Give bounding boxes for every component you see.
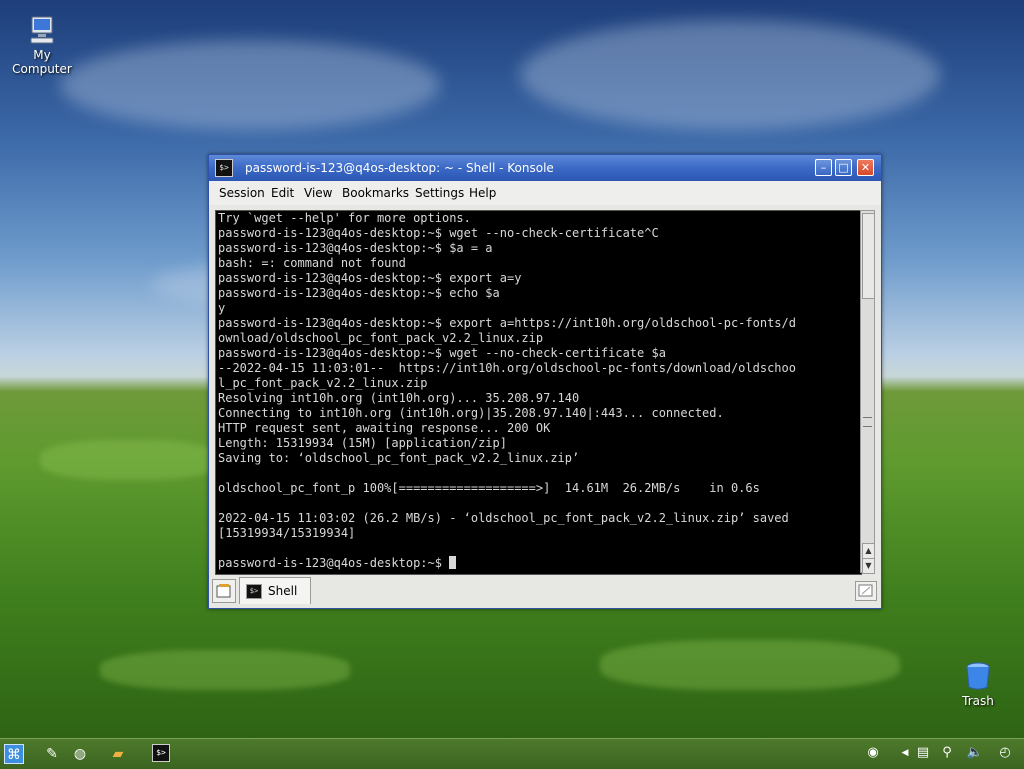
browser-globe-icon[interactable]: ◍ (70, 744, 90, 764)
close-tab-button[interactable] (855, 581, 877, 601)
scrollbar-grip-icon (863, 417, 872, 427)
terminal-output[interactable]: Try `wget --help' for more options. pass… (215, 210, 862, 575)
menubar: Session Edit View Bookmarks Settings Hel… (209, 181, 881, 205)
menu-session[interactable]: Session (219, 181, 265, 205)
terminal-line: 2022-04-15 11:03:02 (26.2 MB/s) - ‘oldsc… (218, 511, 789, 525)
clock-icon[interactable]: ◴ (996, 744, 1014, 762)
terminal-line: [15319934/15319934] (218, 526, 356, 540)
terminal-line: HTTP request sent, awaiting response... … (218, 421, 551, 435)
close-tab-icon (858, 584, 873, 597)
terminal-line: Saving to: ‘oldschool_pc_font_pack_v2.2_… (218, 451, 580, 465)
new-session-icon (216, 584, 231, 598)
terminal-line: bash: =: command not found (218, 256, 406, 270)
terminal-prompt: password-is-123@q4os-desktop:~$ (218, 556, 450, 570)
terminal-line: y (218, 301, 226, 315)
terminal-line: Length: 15319934 (15M) [application/zip] (218, 436, 507, 450)
start-menu-icon[interactable]: ⌘ (4, 744, 24, 764)
terminal-line: Try `wget --help' for more options. (218, 211, 471, 225)
trash-icon (962, 660, 994, 692)
desktop-icon-label: My (33, 48, 51, 62)
terminal-line: --2022-04-15 11:03:01-- https://int10h.o… (218, 361, 796, 375)
close-button[interactable]: ✕ (857, 159, 874, 176)
menu-view[interactable]: View (304, 181, 332, 205)
tray-arrow-icon[interactable]: ◀ (896, 744, 914, 762)
settings-icon[interactable]: ✎ (42, 744, 62, 764)
tab-bar: $> Shell (209, 575, 881, 607)
scroll-up-arrow-icon[interactable]: ▲ (862, 543, 875, 559)
terminal-line: password-is-123@q4os-desktop:~$ wget --n… (218, 226, 659, 240)
tab-shell[interactable]: $> Shell (239, 577, 311, 604)
terminal-line: password-is-123@q4os-desktop:~$ export a… (218, 271, 522, 285)
clipboard-icon[interactable]: ▤ (914, 744, 932, 762)
grass (100, 650, 350, 690)
desktop-icon-label: Trash (962, 694, 994, 708)
scrollbar-thumb[interactable] (862, 213, 875, 299)
desktop-icon-trash[interactable]: Trash (938, 660, 1018, 708)
terminal-prompt-line: password-is-123@q4os-desktop:~$ (218, 556, 457, 571)
menu-bookmarks[interactable]: Bookmarks (342, 181, 409, 205)
grass (600, 640, 900, 690)
terminal-line: password-is-123@q4os-desktop:~$ echo $a (218, 286, 500, 300)
menu-help[interactable]: Help (469, 181, 496, 205)
tab-label: Shell (268, 584, 298, 598)
network-icon[interactable]: ⚲ (938, 744, 956, 762)
cloud (520, 20, 940, 130)
terminal-line: oldschool_pc_font_p 100%[===============… (218, 481, 760, 495)
terminal-line: password-is-123@q4os-desktop:~$ $a = a (218, 241, 493, 255)
new-tab-button[interactable] (212, 579, 236, 603)
text-cursor (449, 556, 457, 569)
terminal-line: password-is-123@q4os-desktop:~$ export a… (218, 316, 796, 330)
terminal-icon: $> (215, 159, 233, 177)
volume-icon[interactable]: 🔈 (966, 744, 984, 762)
optical-disc-icon[interactable]: ◉ (864, 744, 882, 762)
taskbar: ⌘ ✎ ◍ ▰ $> ◉ ◀ ▤ ⚲ 🔈 ◴ (0, 738, 1024, 769)
menu-settings[interactable]: Settings (415, 181, 464, 205)
computer-icon (26, 14, 58, 46)
terminal-task-icon[interactable]: $> (152, 744, 170, 762)
desktop-icon-label: Computer (12, 62, 72, 76)
terminal-line: Connecting to int10h.org (int10h.org)|35… (218, 406, 724, 420)
menu-edit[interactable]: Edit (271, 181, 294, 205)
terminal-line: ownload/oldschool_pc_font_pack_v2.2_linu… (218, 331, 544, 345)
maximize-button[interactable]: □ (835, 159, 852, 176)
terminal-line: password-is-123@q4os-desktop:~$ wget --n… (218, 346, 666, 360)
terminal-line: Resolving int10h.org (int10h.org)... 35.… (218, 391, 580, 405)
konsole-window[interactable]: $> password-is-123@q4os-desktop: ~ - She… (208, 154, 882, 609)
window-titlebar[interactable]: $> password-is-123@q4os-desktop: ~ - She… (209, 155, 881, 181)
terminal-line: l_pc_font_pack_v2.2_linux.zip (218, 376, 428, 390)
window-title: password-is-123@q4os-desktop: ~ - Shell … (245, 161, 554, 175)
minimize-button[interactable]: – (815, 159, 832, 176)
grass (40, 440, 220, 480)
terminal-scrollbar[interactable]: ▲ ▼ (860, 210, 875, 574)
cloud (60, 40, 440, 130)
folder-icon[interactable]: ▰ (108, 744, 128, 764)
terminal-icon: $> (246, 584, 262, 599)
desktop-icon-my-computer[interactable]: My Computer (2, 14, 82, 76)
scroll-down-arrow-icon[interactable]: ▼ (862, 558, 875, 574)
